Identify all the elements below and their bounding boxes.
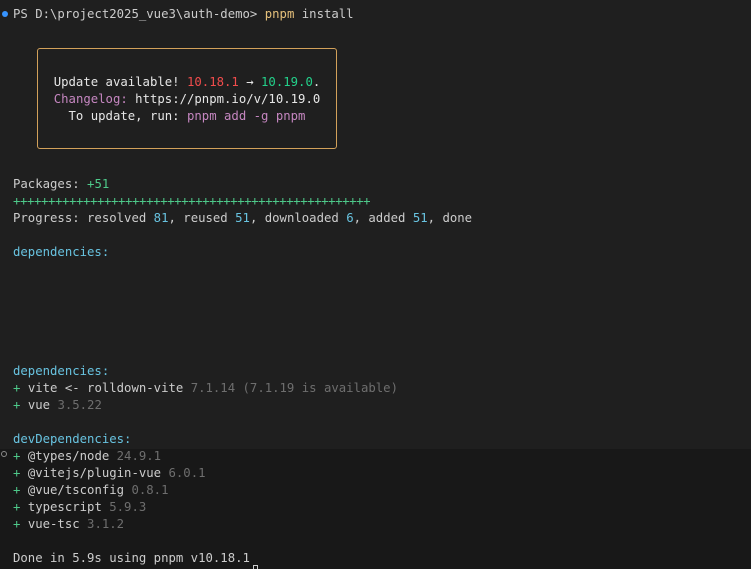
list-item: + vue-tsc 3.1.2 [13,516,124,533]
dependency-version: 6.0.1 [168,466,206,480]
added-marker: + [13,398,28,412]
packages-count: +51 [87,177,110,191]
added-marker: + [13,517,28,531]
dependency-version: 3.1.2 [87,517,125,531]
dependencies-header-2: dependencies: [13,364,110,378]
list-item: + vite <- rolldown-vite 7.1.14 (7.1.19 i… [13,380,398,397]
progress-text-3: , downloaded [249,211,347,225]
added-marker: + [13,483,28,497]
dependency-name: vue-tsc [27,517,88,531]
update-available-box: Update available! 10.18.1 → 10.19.0. Cha… [37,48,337,149]
update-old-version: 10.18.1 [186,75,239,89]
progress-text-4: , added [353,211,413,225]
list-item: + vue 3.5.22 [13,397,102,414]
list-item: + @types/node 24.9.1 [13,448,161,465]
progress-reused: 51 [235,211,250,225]
progress-text-5: , done [427,211,473,225]
terminal-cursor[interactable] [253,565,258,569]
update-new-version: 10.19.0 [261,75,313,89]
dependency-version: 5.9.3 [109,500,147,514]
dependencies-header-1: dependencies: [13,245,110,259]
update-run-command: pnpm add -g pnpm [187,109,306,123]
update-text: Update available! [53,75,187,89]
command-decoration-ring-icon[interactable] [1,451,7,457]
changelog-line: Changelog: https://pnpm.io/v/10.19.0 [38,91,336,108]
prompt-args: install [294,7,354,21]
dependency-name: vue [27,398,58,412]
done-line: Done in 5.9s using pnpm v10.18.1 [13,551,250,565]
dependency-version: 24.9.1 [116,449,162,463]
list-item: + typescript 5.9.3 [13,499,146,516]
dependency-name: @types/node [27,449,117,463]
dependency-version: 7.1.14 (7.1.19 is available) [190,381,398,395]
update-arrow: → [238,75,262,89]
added-marker: + [13,500,28,514]
added-marker: + [13,381,28,395]
update-period: . [312,75,321,89]
progress-text-2: , reused [168,211,236,225]
list-item: + @vue/tsconfig 0.8.1 [13,482,169,499]
dependency-version: 3.5.22 [57,398,102,412]
dependency-name: typescript [27,500,110,514]
dev-dependencies-header: devDependencies: [13,432,132,446]
packages-label: Packages: [13,177,88,191]
dependency-version: 0.8.1 [131,483,169,497]
prompt-path: D:\project2025_vue3\auth-demo> [35,7,265,21]
command-status-dot-icon[interactable] [2,11,8,17]
added-marker: + [13,466,28,480]
dependency-name: @vitejs/plugin-vue [27,466,169,480]
progress-bar: ++++++++++++++++++++++++++++++++++++++++… [13,194,371,208]
update-line: Update available! 10.18.1 → 10.19.0. [38,74,336,91]
prompt-ps: PS [13,7,36,21]
prompt-command: pnpm [264,7,295,21]
packages-line: Packages: +51 [13,176,109,193]
changelog-label: Changelog: [53,92,136,106]
dependency-name: vite <- rolldown-vite [27,381,191,395]
progress-resolved: 81 [153,211,169,225]
dependency-name: @vue/tsconfig [27,483,132,497]
list-item: + @vitejs/plugin-vue 6.0.1 [13,465,206,482]
prompt-line: PS D:\project2025_vue3\auth-demo> pnpm i… [13,6,354,23]
progress-added: 51 [412,211,428,225]
progress-text-1: Progress: resolved [13,211,154,225]
changelog-url[interactable]: https://pnpm.io/v/10.19.0 [135,92,320,106]
progress-downloaded: 6 [346,211,354,225]
added-marker: + [13,449,28,463]
progress-line: Progress: resolved 81, reused 51, downlo… [13,210,472,227]
update-run-text: To update, run: [68,109,187,123]
update-run-line: To update, run: pnpm add -g pnpm [38,108,336,125]
